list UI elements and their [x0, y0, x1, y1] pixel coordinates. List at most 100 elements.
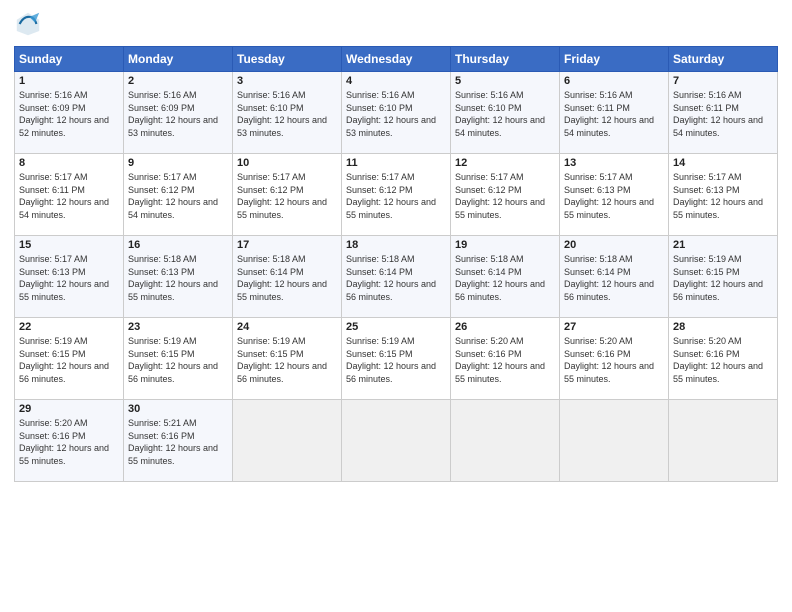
calendar-day-cell: 1 Sunrise: 5:16 AMSunset: 6:09 PMDayligh…	[15, 72, 124, 154]
weekday-header: Saturday	[669, 47, 778, 72]
day-info: Sunrise: 5:20 AMSunset: 6:16 PMDaylight:…	[19, 418, 109, 466]
calendar-day-cell: 23 Sunrise: 5:19 AMSunset: 6:15 PMDaylig…	[124, 318, 233, 400]
day-number: 7	[673, 75, 773, 87]
day-number: 4	[346, 75, 446, 87]
calendar-day-cell: 20 Sunrise: 5:18 AMSunset: 6:14 PMDaylig…	[560, 236, 669, 318]
calendar-day-cell: 5 Sunrise: 5:16 AMSunset: 6:10 PMDayligh…	[451, 72, 560, 154]
day-info: Sunrise: 5:17 AMSunset: 6:11 PMDaylight:…	[19, 172, 109, 220]
day-number: 17	[237, 239, 337, 251]
day-number: 25	[346, 321, 446, 333]
calendar-day-cell: 29 Sunrise: 5:20 AMSunset: 6:16 PMDaylig…	[15, 400, 124, 482]
calendar-week-row: 15 Sunrise: 5:17 AMSunset: 6:13 PMDaylig…	[15, 236, 778, 318]
day-info: Sunrise: 5:16 AMSunset: 6:10 PMDaylight:…	[237, 90, 327, 138]
day-number: 22	[19, 321, 119, 333]
calendar-day-cell	[560, 400, 669, 482]
calendar-week-row: 22 Sunrise: 5:19 AMSunset: 6:15 PMDaylig…	[15, 318, 778, 400]
calendar-day-cell: 14 Sunrise: 5:17 AMSunset: 6:13 PMDaylig…	[669, 154, 778, 236]
day-number: 30	[128, 403, 228, 415]
day-number: 5	[455, 75, 555, 87]
page: SundayMondayTuesdayWednesdayThursdayFrid…	[0, 0, 792, 612]
weekday-header: Tuesday	[233, 47, 342, 72]
calendar-day-cell: 22 Sunrise: 5:19 AMSunset: 6:15 PMDaylig…	[15, 318, 124, 400]
calendar-day-cell	[342, 400, 451, 482]
day-number: 1	[19, 75, 119, 87]
day-number: 14	[673, 157, 773, 169]
calendar-day-cell: 4 Sunrise: 5:16 AMSunset: 6:10 PMDayligh…	[342, 72, 451, 154]
day-info: Sunrise: 5:16 AMSunset: 6:11 PMDaylight:…	[673, 90, 763, 138]
calendar-day-cell	[451, 400, 560, 482]
day-info: Sunrise: 5:20 AMSunset: 6:16 PMDaylight:…	[673, 336, 763, 384]
day-number: 21	[673, 239, 773, 251]
day-info: Sunrise: 5:17 AMSunset: 6:12 PMDaylight:…	[346, 172, 436, 220]
day-info: Sunrise: 5:19 AMSunset: 6:15 PMDaylight:…	[346, 336, 436, 384]
calendar-day-cell: 18 Sunrise: 5:18 AMSunset: 6:14 PMDaylig…	[342, 236, 451, 318]
calendar-day-cell: 3 Sunrise: 5:16 AMSunset: 6:10 PMDayligh…	[233, 72, 342, 154]
day-info: Sunrise: 5:19 AMSunset: 6:15 PMDaylight:…	[673, 254, 763, 302]
day-info: Sunrise: 5:17 AMSunset: 6:13 PMDaylight:…	[19, 254, 109, 302]
calendar-day-cell: 6 Sunrise: 5:16 AMSunset: 6:11 PMDayligh…	[560, 72, 669, 154]
day-info: Sunrise: 5:18 AMSunset: 6:14 PMDaylight:…	[346, 254, 436, 302]
calendar-day-cell: 12 Sunrise: 5:17 AMSunset: 6:12 PMDaylig…	[451, 154, 560, 236]
day-info: Sunrise: 5:18 AMSunset: 6:14 PMDaylight:…	[455, 254, 545, 302]
day-info: Sunrise: 5:20 AMSunset: 6:16 PMDaylight:…	[564, 336, 654, 384]
calendar-day-cell: 15 Sunrise: 5:17 AMSunset: 6:13 PMDaylig…	[15, 236, 124, 318]
calendar-day-cell: 24 Sunrise: 5:19 AMSunset: 6:15 PMDaylig…	[233, 318, 342, 400]
calendar-day-cell: 25 Sunrise: 5:19 AMSunset: 6:15 PMDaylig…	[342, 318, 451, 400]
calendar-day-cell: 27 Sunrise: 5:20 AMSunset: 6:16 PMDaylig…	[560, 318, 669, 400]
weekday-header: Wednesday	[342, 47, 451, 72]
day-info: Sunrise: 5:17 AMSunset: 6:13 PMDaylight:…	[564, 172, 654, 220]
calendar-day-cell: 9 Sunrise: 5:17 AMSunset: 6:12 PMDayligh…	[124, 154, 233, 236]
day-info: Sunrise: 5:16 AMSunset: 6:11 PMDaylight:…	[564, 90, 654, 138]
day-info: Sunrise: 5:21 AMSunset: 6:16 PMDaylight:…	[128, 418, 218, 466]
weekday-header: Sunday	[15, 47, 124, 72]
calendar-day-cell: 17 Sunrise: 5:18 AMSunset: 6:14 PMDaylig…	[233, 236, 342, 318]
day-number: 3	[237, 75, 337, 87]
day-info: Sunrise: 5:17 AMSunset: 6:12 PMDaylight:…	[455, 172, 545, 220]
day-number: 27	[564, 321, 664, 333]
calendar-day-cell: 2 Sunrise: 5:16 AMSunset: 6:09 PMDayligh…	[124, 72, 233, 154]
calendar-day-cell: 26 Sunrise: 5:20 AMSunset: 6:16 PMDaylig…	[451, 318, 560, 400]
day-number: 29	[19, 403, 119, 415]
day-info: Sunrise: 5:20 AMSunset: 6:16 PMDaylight:…	[455, 336, 545, 384]
day-info: Sunrise: 5:17 AMSunset: 6:12 PMDaylight:…	[128, 172, 218, 220]
weekday-header-row: SundayMondayTuesdayWednesdayThursdayFrid…	[15, 47, 778, 72]
day-number: 6	[564, 75, 664, 87]
day-info: Sunrise: 5:16 AMSunset: 6:09 PMDaylight:…	[19, 90, 109, 138]
day-number: 2	[128, 75, 228, 87]
day-number: 11	[346, 157, 446, 169]
calendar-day-cell: 7 Sunrise: 5:16 AMSunset: 6:11 PMDayligh…	[669, 72, 778, 154]
day-number: 15	[19, 239, 119, 251]
logo-icon	[14, 10, 42, 38]
calendar-day-cell: 19 Sunrise: 5:18 AMSunset: 6:14 PMDaylig…	[451, 236, 560, 318]
day-info: Sunrise: 5:16 AMSunset: 6:10 PMDaylight:…	[346, 90, 436, 138]
calendar-day-cell: 11 Sunrise: 5:17 AMSunset: 6:12 PMDaylig…	[342, 154, 451, 236]
header	[14, 10, 778, 38]
day-number: 19	[455, 239, 555, 251]
day-info: Sunrise: 5:18 AMSunset: 6:14 PMDaylight:…	[564, 254, 654, 302]
calendar-week-row: 1 Sunrise: 5:16 AMSunset: 6:09 PMDayligh…	[15, 72, 778, 154]
day-number: 20	[564, 239, 664, 251]
day-info: Sunrise: 5:18 AMSunset: 6:14 PMDaylight:…	[237, 254, 327, 302]
calendar-day-cell: 13 Sunrise: 5:17 AMSunset: 6:13 PMDaylig…	[560, 154, 669, 236]
day-info: Sunrise: 5:19 AMSunset: 6:15 PMDaylight:…	[128, 336, 218, 384]
calendar-table: SundayMondayTuesdayWednesdayThursdayFrid…	[14, 46, 778, 482]
day-number: 9	[128, 157, 228, 169]
weekday-header: Monday	[124, 47, 233, 72]
weekday-header: Thursday	[451, 47, 560, 72]
day-number: 13	[564, 157, 664, 169]
day-number: 18	[346, 239, 446, 251]
day-info: Sunrise: 5:16 AMSunset: 6:09 PMDaylight:…	[128, 90, 218, 138]
day-info: Sunrise: 5:19 AMSunset: 6:15 PMDaylight:…	[237, 336, 327, 384]
calendar-day-cell: 30 Sunrise: 5:21 AMSunset: 6:16 PMDaylig…	[124, 400, 233, 482]
weekday-header: Friday	[560, 47, 669, 72]
calendar-day-cell: 21 Sunrise: 5:19 AMSunset: 6:15 PMDaylig…	[669, 236, 778, 318]
day-info: Sunrise: 5:17 AMSunset: 6:12 PMDaylight:…	[237, 172, 327, 220]
day-number: 12	[455, 157, 555, 169]
logo	[14, 10, 46, 38]
calendar-day-cell	[669, 400, 778, 482]
day-number: 23	[128, 321, 228, 333]
day-info: Sunrise: 5:16 AMSunset: 6:10 PMDaylight:…	[455, 90, 545, 138]
day-number: 24	[237, 321, 337, 333]
calendar-week-row: 8 Sunrise: 5:17 AMSunset: 6:11 PMDayligh…	[15, 154, 778, 236]
calendar-day-cell: 8 Sunrise: 5:17 AMSunset: 6:11 PMDayligh…	[15, 154, 124, 236]
